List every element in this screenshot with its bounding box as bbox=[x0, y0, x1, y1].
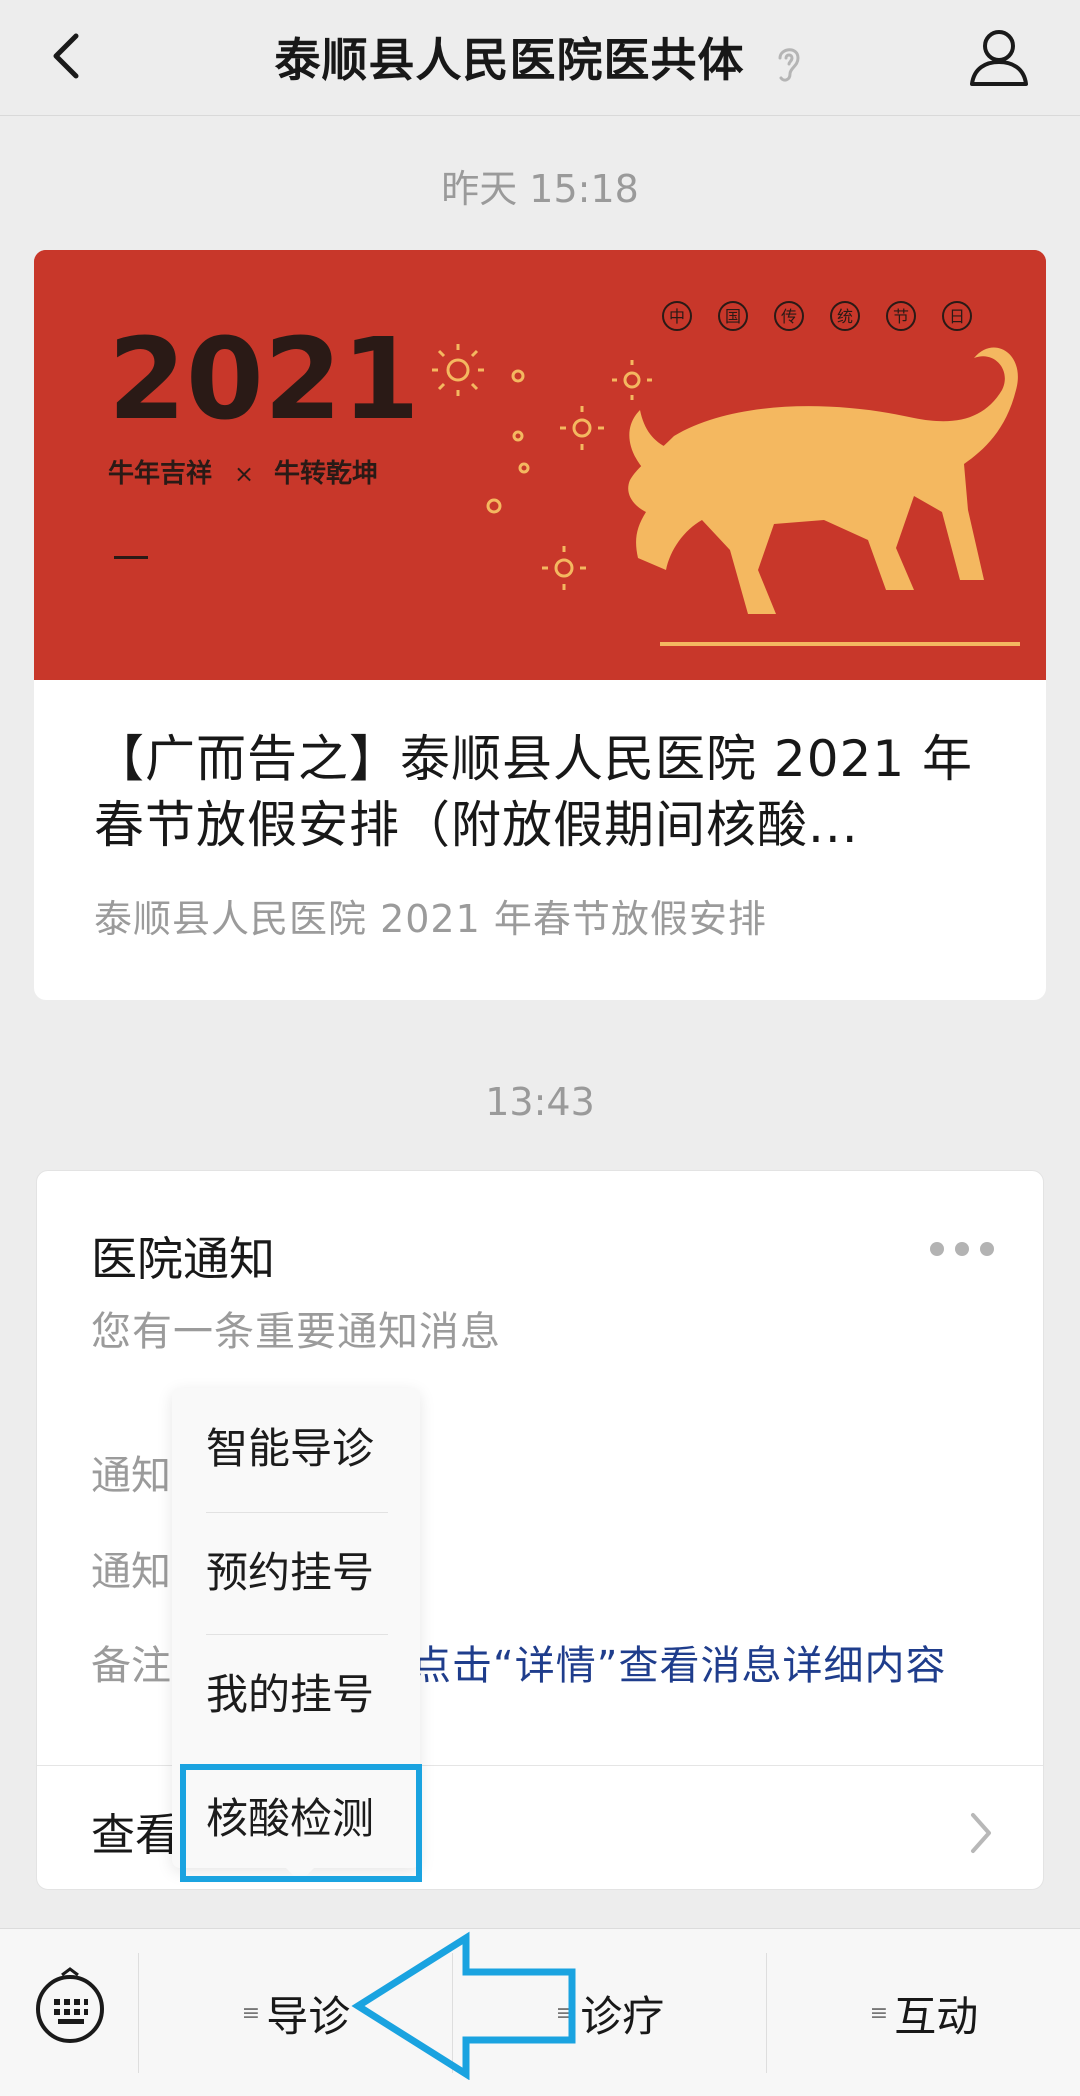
highlight-box bbox=[180, 1764, 422, 1882]
earpiece-mode-icon bbox=[778, 47, 800, 82]
view-details-link[interactable]: 查看 bbox=[91, 1799, 179, 1863]
banner-slogan-right: 牛转乾坤 bbox=[274, 459, 378, 489]
menu-separator bbox=[766, 1953, 767, 2073]
menu-item-smart-guide[interactable]: 智能导诊 bbox=[172, 1388, 420, 1510]
tab-guide-label: 导诊 bbox=[266, 1991, 351, 2041]
more-options-icon[interactable] bbox=[927, 1239, 997, 1259]
keyboard-switch-icon[interactable] bbox=[34, 1967, 106, 2047]
remark-text: 点击“详情”查看消息详细内容 bbox=[411, 1643, 947, 1689]
message-timestamp: 昨天 15:18 bbox=[441, 167, 639, 211]
banner-slogan-separator: × bbox=[234, 460, 254, 488]
banner-tag-char: 中 bbox=[669, 307, 685, 326]
remark-label: 备注 bbox=[91, 1643, 171, 1689]
page-title-text: 泰顺县人民医院医共体 bbox=[274, 33, 745, 87]
page-title: 泰顺县人民医院医共体 bbox=[0, 24, 1080, 90]
menu-item-my-appointments[interactable]: 我的挂号 bbox=[172, 1634, 420, 1756]
banner-tag-char: 国 bbox=[725, 307, 741, 326]
tab-interaction[interactable]: ≡ 互动 bbox=[768, 1929, 1080, 2096]
ox-ground-line bbox=[660, 642, 1020, 646]
navigation-bar: 泰顺县人民医院医共体 bbox=[0, 0, 1080, 116]
official-account-profile-icon[interactable] bbox=[964, 22, 1034, 92]
chevron-right-icon bbox=[971, 1813, 991, 1853]
article-title: 【广而告之】泰顺县人民医院 2021 年春节放假安排（附放假期间核酸... bbox=[94, 730, 974, 854]
tab-treatment-label: 诊疗 bbox=[580, 1991, 665, 2041]
banner-tag-char: 统 bbox=[837, 307, 853, 326]
banner-tag-char: 日 bbox=[949, 307, 965, 326]
notification-field-label: 通知 bbox=[91, 1549, 171, 1595]
article-card[interactable]: 2021 牛年吉祥 × 牛转乾坤 中 国 传 统 节 日 【广而告之】泰顺县人民… bbox=[34, 250, 1046, 1000]
banner-tag-char: 节 bbox=[893, 307, 909, 326]
notification-subtitle: 您有一条重要通知消息 bbox=[91, 1309, 501, 1355]
menu-separator bbox=[138, 1953, 139, 2073]
notification-field-label: 通知 bbox=[91, 1453, 171, 1499]
menu-lines-icon: ≡ bbox=[241, 2000, 261, 2026]
menu-lines-icon: ≡ bbox=[869, 2000, 889, 2026]
message-timestamp: 13:43 bbox=[485, 1080, 595, 1124]
menu-item-appointment[interactable]: 预约挂号 bbox=[172, 1512, 420, 1634]
article-subtitle: 泰顺县人民医院 2021 年春节放假安排 bbox=[94, 897, 767, 941]
banner-year: 2021 bbox=[108, 315, 420, 445]
new-year-ox-illustration: 2021 牛年吉祥 × 牛转乾坤 中 国 传 统 节 日 bbox=[34, 250, 1046, 680]
tab-interaction-label: 互动 bbox=[894, 1991, 979, 2041]
banner-tag-char: 传 bbox=[781, 307, 797, 326]
article-cover-image: 2021 牛年吉祥 × 牛转乾坤 中 国 传 统 节 日 bbox=[34, 250, 1046, 680]
banner-slogan-left: 牛年吉祥 bbox=[108, 458, 212, 489]
notification-title: 医院通知 bbox=[91, 1232, 275, 1286]
pointer-arrow-annotation bbox=[351, 1931, 576, 2080]
